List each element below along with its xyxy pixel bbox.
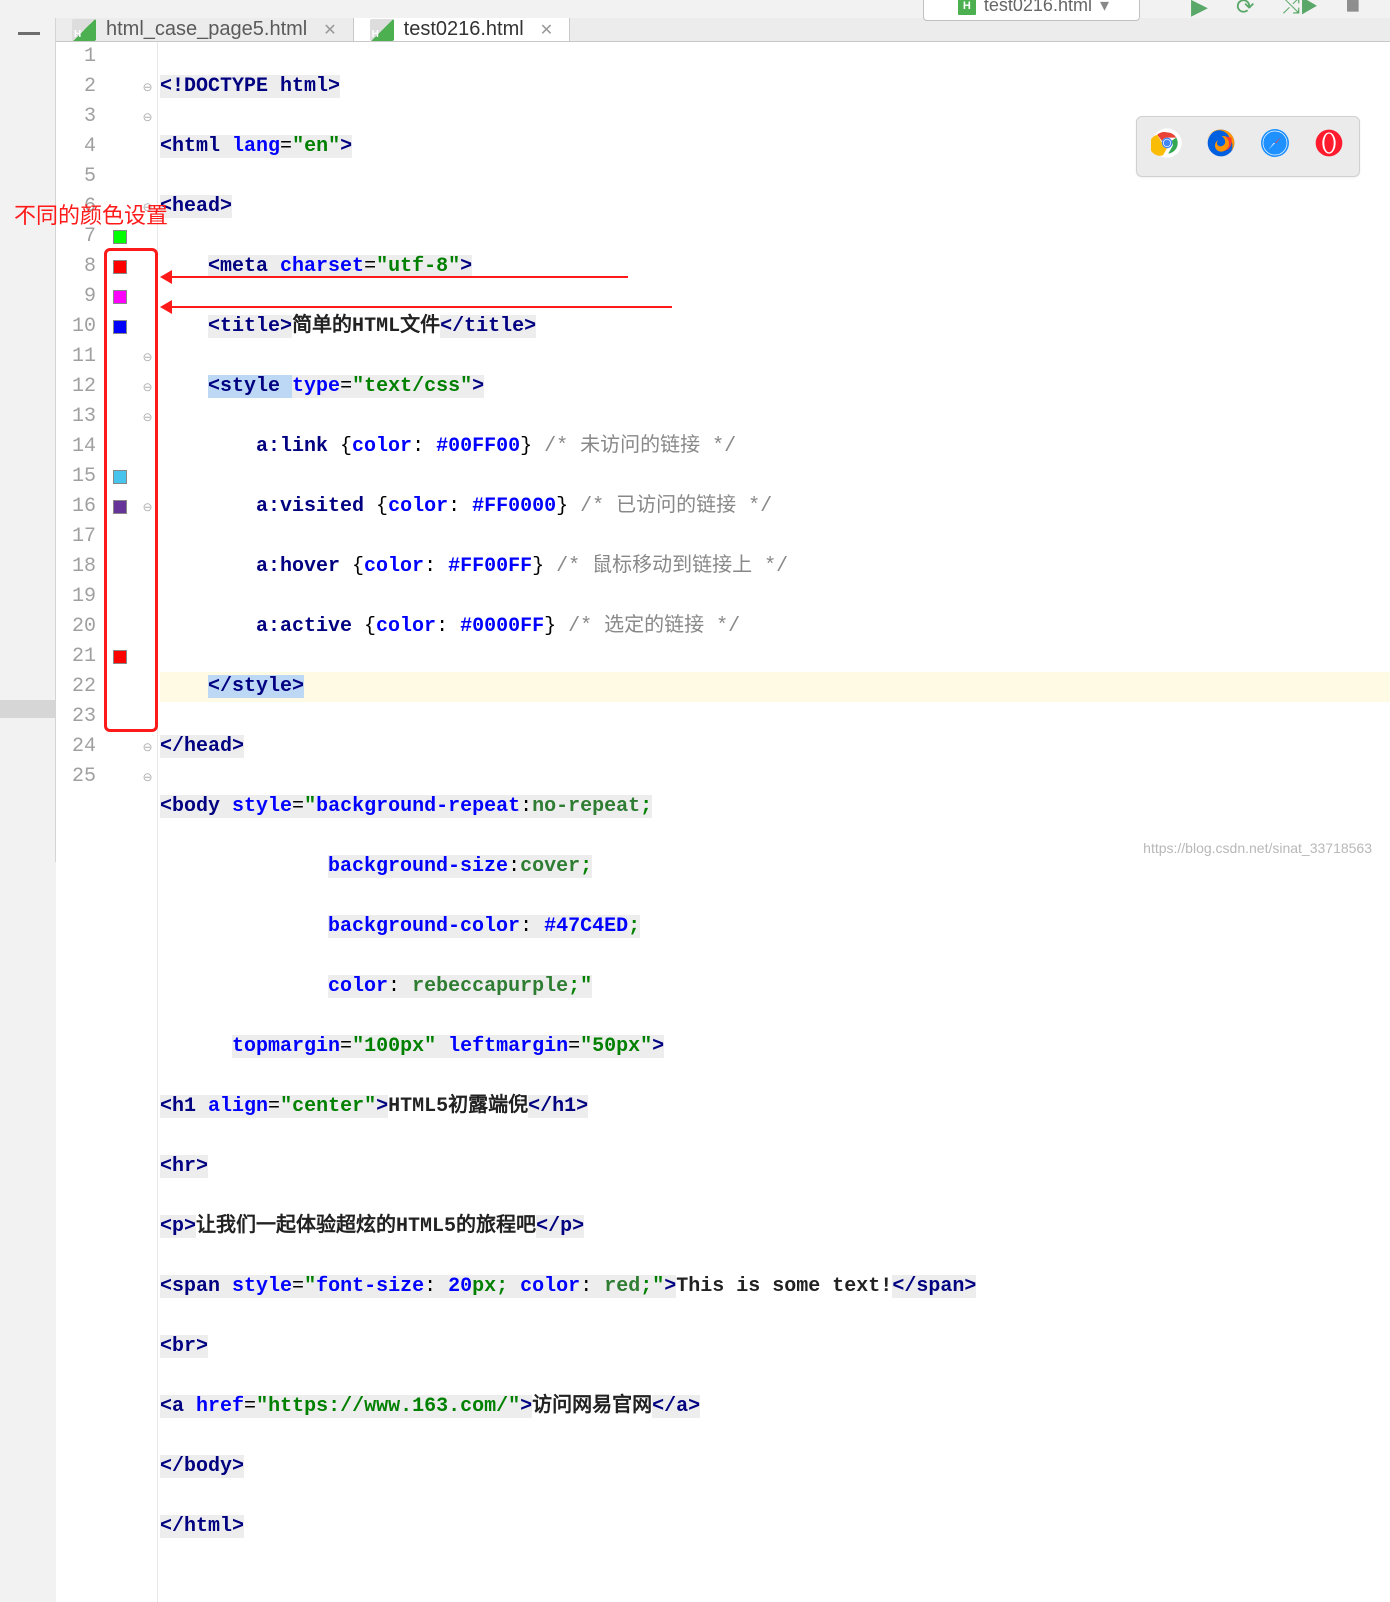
annotation-arrow: [162, 306, 672, 308]
close-icon[interactable]: ✕: [323, 20, 336, 40]
watermark: https://blog.csdn.net/sinat_33718563: [1143, 840, 1372, 856]
tab-label: test0216.html: [404, 18, 524, 41]
annotation-label: 不同的颜色设置: [14, 198, 168, 230]
minimize-icon[interactable]: [18, 32, 40, 35]
toolbar: H test0216.html ▾ ▶ ⟳ ⤭▶ ■: [0, 0, 1390, 18]
tab-html-case-page5[interactable]: H html_case_page5.html ✕: [56, 18, 354, 41]
editor-tabs: H html_case_page5.html ✕ H test0216.html…: [56, 18, 1390, 42]
opera-icon[interactable]: [1313, 127, 1345, 166]
browser-preview-panel: [1136, 116, 1360, 177]
fold-icon[interactable]: ⊖: [138, 762, 157, 792]
run-actions: ▶ ⟳ ⤭▶ ■: [1191, 0, 1360, 21]
run-icon[interactable]: ▶: [1191, 0, 1208, 21]
safari-icon[interactable]: [1259, 127, 1291, 166]
editor: H html_case_page5.html ✕ H test0216.html…: [0, 18, 1390, 862]
chevron-down-icon: ▾: [1100, 0, 1109, 16]
color-swatch[interactable]: [113, 230, 127, 244]
tool-window-bar: [0, 18, 56, 862]
html-file-icon: H: [72, 19, 96, 41]
close-icon[interactable]: ✕: [540, 20, 553, 40]
firefox-icon[interactable]: [1205, 127, 1237, 166]
stop-icon[interactable]: ■: [1346, 0, 1360, 21]
fold-icon[interactable]: ⊖: [138, 102, 157, 132]
line-numbers: 1234567891011121314151617181920212223242…: [56, 42, 102, 1602]
debug-icon[interactable]: ⟳: [1236, 0, 1254, 21]
html-file-icon: H: [958, 0, 976, 15]
tab-label: html_case_page5.html: [106, 18, 307, 41]
fold-icon[interactable]: ⊖: [138, 72, 157, 102]
annotation-box: [104, 248, 158, 732]
collapse-marker: [0, 700, 55, 718]
run-config-dropdown[interactable]: H test0216.html ▾: [923, 0, 1140, 21]
run-config-label: test0216.html: [984, 0, 1092, 16]
fold-icon[interactable]: ⊖: [138, 732, 157, 762]
chrome-icon[interactable]: [1151, 127, 1183, 166]
tab-test0216[interactable]: H test0216.html ✕: [354, 18, 570, 41]
run-coverage-icon[interactable]: ⤭▶: [1282, 0, 1317, 20]
annotation-arrow: [162, 276, 628, 278]
html-file-icon: H: [370, 19, 394, 41]
